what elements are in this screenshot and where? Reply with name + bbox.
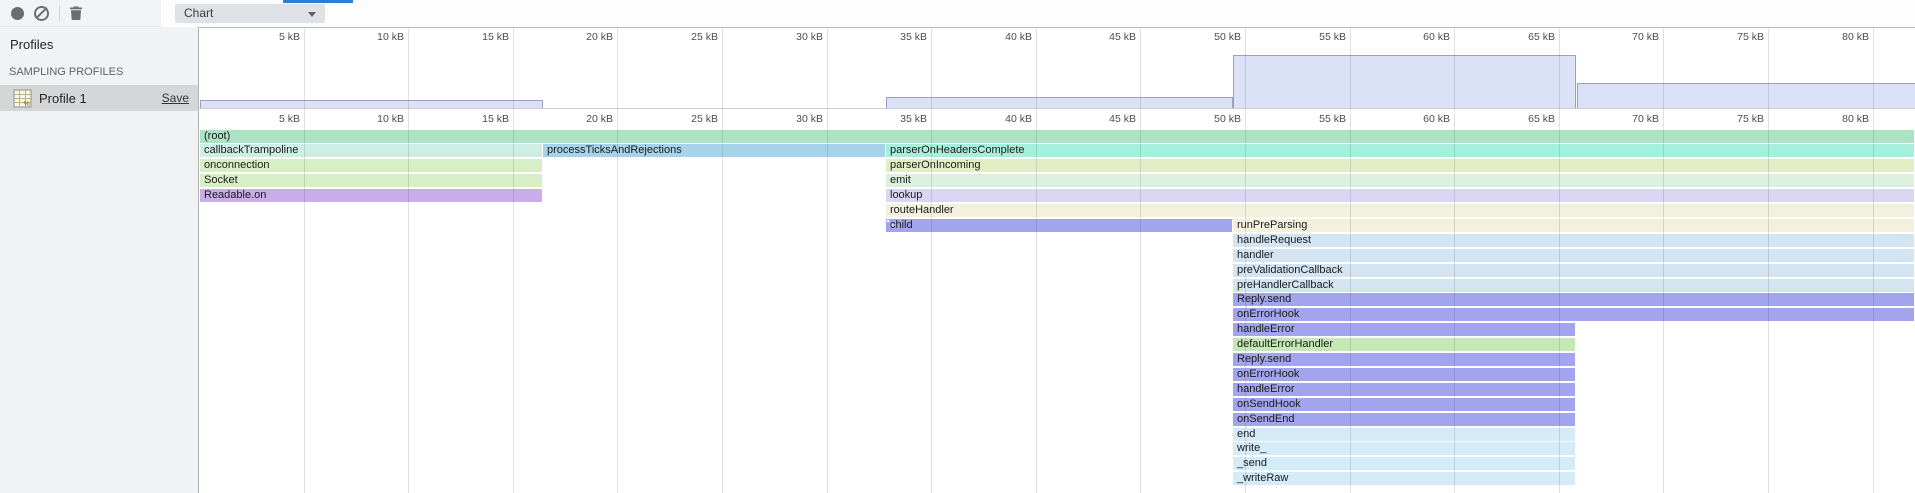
- flame-bar[interactable]: parserOnIncoming: [886, 159, 1914, 172]
- axis-tick-label: 10 kB: [377, 113, 404, 125]
- view-mode-value: Chart: [184, 6, 213, 20]
- chart-toolbar: Chart: [162, 0, 1915, 27]
- profile-icon: %: [13, 89, 32, 108]
- flame-bar[interactable]: _writeRaw: [1233, 472, 1575, 485]
- flame-bar[interactable]: onErrorHook: [1233, 368, 1575, 381]
- overview-step: [1233, 55, 1576, 108]
- toolbar: Chart: [0, 0, 1915, 27]
- toolbar-divider: [59, 5, 60, 21]
- axis-tick-label: 50 kB: [1214, 113, 1241, 125]
- save-link[interactable]: Save: [162, 91, 189, 105]
- flame-bar[interactable]: processTicksAndRejections: [543, 144, 885, 157]
- axis-tick-label: 60 kB: [1423, 31, 1450, 43]
- axis-tick-label: 30 kB: [796, 113, 823, 125]
- flame-bar[interactable]: Readable.on: [200, 189, 542, 202]
- flame-bar[interactable]: handler: [1233, 249, 1914, 262]
- axis-tick-label: 80 kB: [1842, 113, 1869, 125]
- flame-bar[interactable]: Socket: [200, 174, 542, 187]
- flame-bar[interactable]: handleError: [1233, 323, 1575, 336]
- overview-ruler: 5 kB 10 kB 15 kB 20 kB 25 kB 30 kB 35 kB 40 kB 4…: [199, 28, 1915, 46]
- axis-tick-label: 5 kB: [279, 113, 300, 125]
- axis-tick-label: 45 kB: [1109, 31, 1136, 43]
- axis-tick-label: 10 kB: [377, 31, 404, 43]
- flame-bar[interactable]: onconnection: [200, 159, 542, 172]
- flame-bar[interactable]: defaultErrorHandler: [1233, 338, 1575, 351]
- svg-text:%: %: [24, 101, 30, 108]
- flame-bar[interactable]: onSendHook: [1233, 398, 1575, 411]
- sampling-profiles-heading: SAMPLING PROFILES: [9, 66, 198, 78]
- flame-bar[interactable]: _send: [1233, 457, 1575, 470]
- profiles-sidebar: Profiles SAMPLING PROFILES % Profile 1 S…: [0, 27, 198, 493]
- axis-tick-label: 20 kB: [586, 113, 613, 125]
- flame-bar[interactable]: end: [1233, 428, 1575, 441]
- flame-bar[interactable]: runPreParsing: [1233, 219, 1914, 232]
- flame-bar[interactable]: Reply.send: [1233, 353, 1575, 366]
- view-mode-select[interactable]: Chart: [175, 4, 325, 23]
- profiles-toolbar: [0, 0, 161, 27]
- memory-profiler-panel: Chart Profiles SAMPLING PROFILES % Profi…: [0, 0, 1915, 493]
- overview-step: [200, 100, 543, 108]
- flame-bar[interactable]: preValidationCallback: [1233, 264, 1914, 277]
- flame-bar[interactable]: parserOnHeadersComplete: [886, 144, 1914, 157]
- axis-tick-label: 80 kB: [1842, 31, 1869, 43]
- axis-tick-label: 55 kB: [1319, 31, 1346, 43]
- flame-bar[interactable]: onErrorHook: [1233, 308, 1914, 321]
- profiles-title: Profiles: [10, 37, 198, 52]
- flame-bar[interactable]: callbackTrampoline: [200, 144, 542, 157]
- axis-tick-label: 15 kB: [482, 113, 509, 125]
- overview-step: [886, 97, 1233, 108]
- flame-chart: (root)callbackTrampolineprocessTicksAndR…: [199, 128, 1915, 493]
- axis-tick-label: 25 kB: [691, 31, 718, 43]
- chart-pane: 5 kB 10 kB 15 kB 20 kB 25 kB 30 kB 35 kB 40 kB 4…: [198, 27, 1915, 493]
- axis-tick-label: 35 kB: [900, 31, 927, 43]
- axis-tick-label: 60 kB: [1423, 113, 1450, 125]
- chevron-down-icon: [308, 12, 316, 17]
- axis-tick-label: 40 kB: [1005, 113, 1032, 125]
- axis-tick-label: 70 kB: [1632, 113, 1659, 125]
- flame-bar[interactable]: routeHandler: [886, 204, 1914, 217]
- flame-bar[interactable]: lookup: [886, 189, 1914, 202]
- flame-bar[interactable]: preHandlerCallback: [1233, 279, 1914, 292]
- axis-tick-label: 65 kB: [1528, 31, 1555, 43]
- overview-step: [1577, 83, 1915, 108]
- axis-tick-label: 75 kB: [1737, 113, 1764, 125]
- record-button[interactable]: [11, 7, 24, 20]
- clear-profiles-button[interactable]: [34, 6, 49, 21]
- axis-tick-label: 15 kB: [482, 31, 509, 43]
- axis-tick-label: 55 kB: [1319, 113, 1346, 125]
- flame-bar[interactable]: emit: [886, 174, 1914, 187]
- flame-bar[interactable]: write_: [1233, 442, 1575, 455]
- profile-item[interactable]: % Profile 1 Save: [0, 85, 198, 111]
- axis-tick-label: 5 kB: [279, 31, 300, 43]
- overview-track[interactable]: [199, 46, 1915, 108]
- axis-tick-label: 25 kB: [691, 113, 718, 125]
- flamechart-ruler: 5 kB 10 kB 15 kB 20 kB 25 kB 30 kB 35 kB 40 kB 4…: [199, 108, 1915, 128]
- axis-tick-label: 20 kB: [586, 31, 613, 43]
- flame-bar[interactable]: (root): [200, 130, 1914, 143]
- profile-name: Profile 1: [39, 91, 87, 106]
- flame-bar[interactable]: handleError: [1233, 383, 1575, 396]
- axis-tick-label: 30 kB: [796, 31, 823, 43]
- axis-tick-label: 35 kB: [900, 113, 927, 125]
- axis-tick-label: 50 kB: [1214, 31, 1241, 43]
- trash-icon[interactable]: [69, 5, 83, 21]
- flame-bar[interactable]: Reply.send: [1233, 293, 1914, 306]
- axis-tick-label: 75 kB: [1737, 31, 1764, 43]
- flame-bar[interactable]: onSendEnd: [1233, 413, 1575, 426]
- axis-tick-label: 45 kB: [1109, 113, 1136, 125]
- axis-tick-label: 65 kB: [1528, 113, 1555, 125]
- selected-tab-indicator: [283, 0, 353, 3]
- flame-bar[interactable]: child: [886, 219, 1232, 232]
- axis-tick-label: 70 kB: [1632, 31, 1659, 43]
- flame-bar[interactable]: handleRequest: [1233, 234, 1914, 247]
- axis-tick-label: 40 kB: [1005, 31, 1032, 43]
